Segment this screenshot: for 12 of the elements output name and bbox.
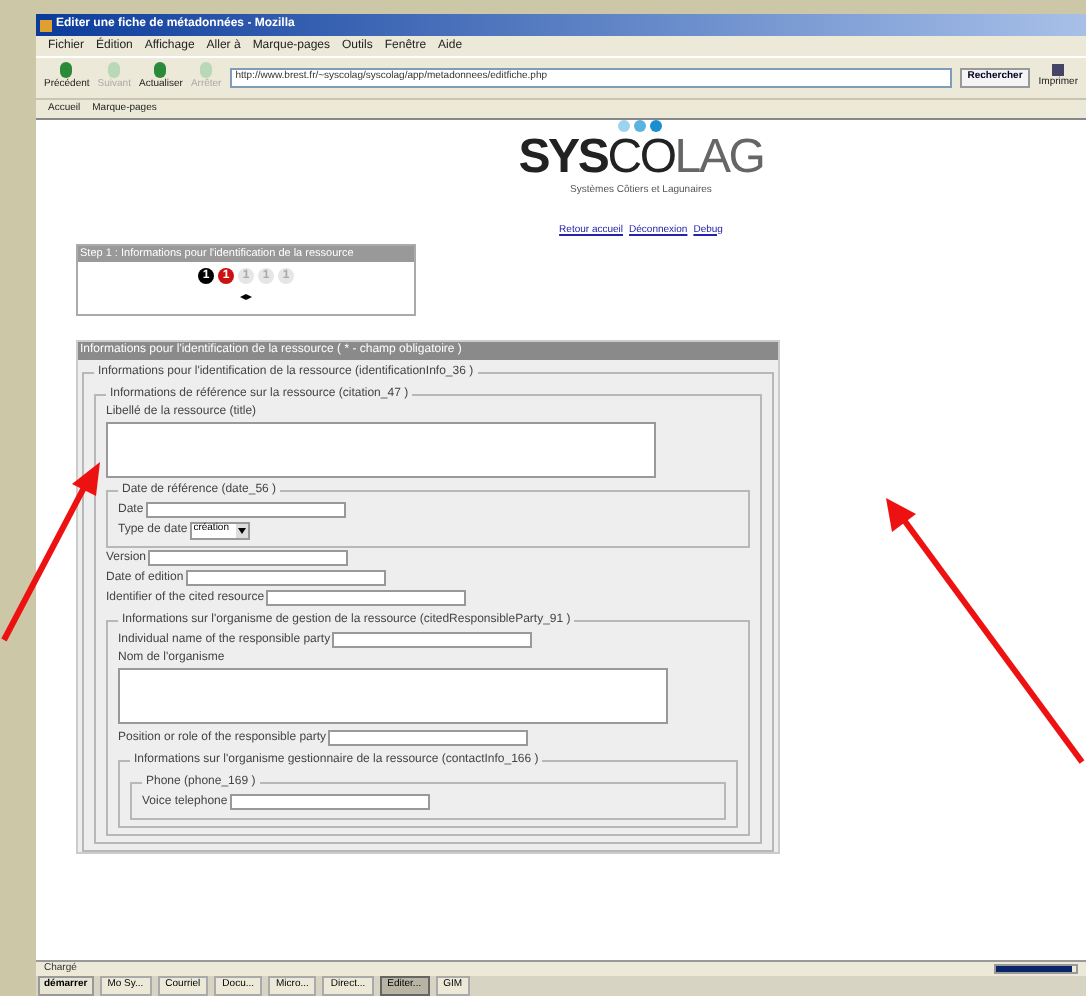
input-field[interactable] (148, 550, 349, 566)
app-icon (40, 19, 52, 31)
input-field[interactable] (266, 590, 467, 606)
text-area[interactable] (106, 422, 656, 478)
input-field[interactable] (328, 730, 529, 746)
input-field[interactable] (185, 570, 386, 586)
logo-text: SYSCOLAG (518, 132, 764, 184)
text-area[interactable] (118, 668, 668, 724)
input-field[interactable] (332, 632, 533, 648)
input-field[interactable] (229, 794, 430, 810)
input-field[interactable] (145, 502, 346, 518)
caret-icon (235, 523, 247, 537)
